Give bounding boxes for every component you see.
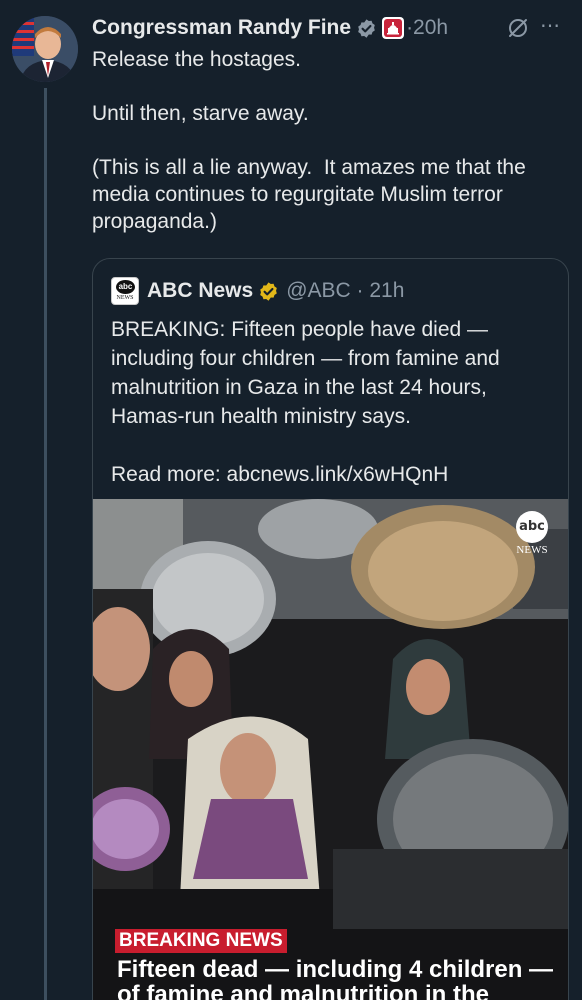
post-time[interactable]: ·20h [406, 16, 448, 40]
news-photo[interactable]: abc NEWS BREAKING NEWS Fifteen dead — in… [93, 499, 568, 1000]
text-line: BREAKING: Fifteen people have died — [111, 318, 489, 341]
text-line: (This is all a lie anyway. It amazes me … [92, 156, 526, 179]
grok-icon[interactable] [506, 16, 530, 40]
read-more-link[interactable]: Read more: abcnews.link/x6wHQnH [111, 460, 551, 489]
quote-text: BREAKING: Fifteen people have died — inc… [111, 315, 551, 489]
breaking-news-label: BREAKING NEWS [115, 929, 287, 953]
author-name[interactable]: Congressman Randy Fine [92, 16, 351, 40]
gold-verified-badge-icon [258, 281, 279, 302]
text-line: including four children — from famine an… [111, 347, 500, 370]
text-line: propaganda.) [92, 210, 217, 233]
more-options-icon[interactable]: ⋯ [540, 14, 568, 38]
post-text: Release the hostages. Until then, starve… [92, 46, 568, 235]
verified-badge-icon[interactable] [356, 18, 377, 39]
text-line: Hamas-run health ministry says. [111, 405, 411, 428]
quote-header: abc NEWS ABC News @ABC · 21h [111, 277, 404, 305]
text-line: Until then, starve away. [92, 102, 309, 125]
abc-news-logo-icon[interactable]: abc NEWS [111, 277, 139, 305]
quote-author-name[interactable]: ABC News [147, 279, 253, 303]
avatar[interactable] [12, 16, 78, 82]
image-headline: Fifteen dead — including 4 children — of… [117, 956, 554, 1000]
abc-news-watermark: abc NEWS [513, 511, 551, 561]
text-line: Release the hostages. [92, 48, 301, 71]
post-header: Congressman Randy Fine ·20h [92, 14, 448, 42]
quoted-post[interactable]: abc NEWS ABC News @ABC · 21h BREAKING: F… [92, 258, 569, 1000]
quote-handle-time: @ABC · 21h [286, 279, 405, 302]
thread-line [44, 88, 47, 1000]
text-line: media continues to regurgitate Muslim te… [92, 183, 503, 206]
text-line: malnutrition in Gaza in the last 24 hour… [111, 376, 487, 399]
capitol-affiliation-icon[interactable] [382, 17, 405, 39]
